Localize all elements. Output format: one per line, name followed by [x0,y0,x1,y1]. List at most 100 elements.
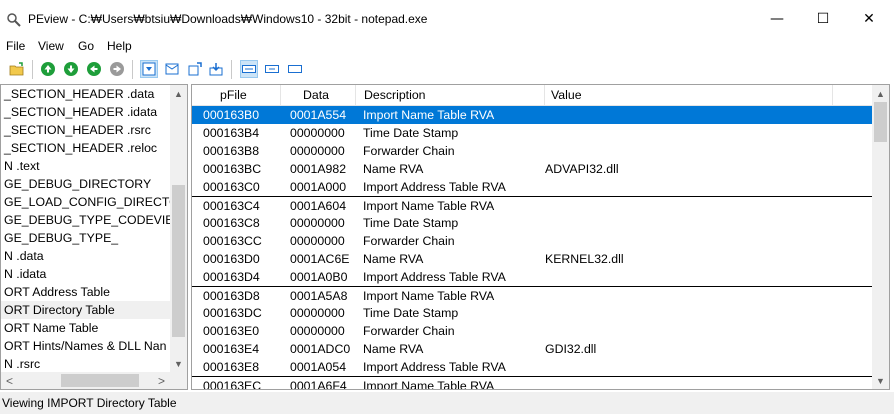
table-row[interactable]: 000163E0 00000000 Forwarder Chain [192,322,872,340]
toolbar-separator [32,60,33,79]
minimize-icon: — [770,11,784,27]
cell-value: GDI32.dll [545,342,597,356]
status-text: Viewing IMPORT Directory Table [2,396,177,410]
tree-vertical-scrollbar[interactable]: ▲ ▼ [170,85,187,372]
tree-item[interactable]: _SECTION_HEADER .rsrc [1,121,171,139]
cell-pfile: 000163B0 [203,108,260,122]
cell-description: Name RVA [363,342,424,356]
cell-pfile: 000163CC [203,234,262,248]
back-green-icon[interactable] [39,60,57,78]
table-row[interactable]: 000163E8 0001A054 Import Address Table RVA [192,358,872,376]
menu-bar: File View Go Help [0,38,894,56]
tree-item[interactable]: _SECTION_HEADER .reloc [1,139,171,157]
tree-item[interactable]: GE_DEBUG_TYPE_ [1,229,171,247]
cell-description: Name RVA [363,162,424,176]
cell-description: Time Date Stamp [363,216,459,230]
cell-description: Forwarder Chain [363,234,455,248]
cell-data: 00000000 [290,306,345,320]
cell-data: 00000000 [290,234,345,248]
table-row[interactable]: 000163D8 0001A5A8 Import Name Table RVA [192,286,872,304]
cell-data: 0001A982 [290,162,347,176]
table-row[interactable]: 000163CC 00000000 Forwarder Chain [192,232,872,250]
menu-go[interactable]: Go [78,39,94,53]
forward-green-icon[interactable] [62,60,80,78]
table-row[interactable]: 000163C8 00000000 Time Date Stamp [192,214,872,232]
column-header-value[interactable]: Value [545,85,833,105]
tree-item[interactable]: _SECTION_HEADER .idata [1,103,171,121]
table-row[interactable]: 000163D0 0001AC6E Name RVA KERNEL32.dll [192,250,872,268]
scroll-down-icon[interactable]: ▼ [170,355,187,372]
table-row[interactable]: 000163EC 0001A6F4 Import Name Table RVA [192,376,872,390]
cell-data: 0001AC6E [290,252,350,266]
tree-item[interactable]: N .data [1,247,171,265]
format-narrow-icon[interactable] [286,60,304,78]
menu-view[interactable]: View [38,39,64,53]
table-row[interactable]: 000163DC 00000000 Time Date Stamp [192,304,872,322]
table-row[interactable]: 000163B4 00000000 Time Date Stamp [192,124,872,142]
tree-item[interactable]: GE_LOAD_CONFIG_DIRECTO [1,193,171,211]
tree-item[interactable]: _SECTION_HEADER .data [1,85,171,103]
column-header-description[interactable]: Description [356,85,545,105]
menu-file[interactable]: File [6,39,25,53]
table-row[interactable]: 000163D4 0001A0B0 Import Address Table RVA [192,268,872,286]
cell-description: Import Name Table RVA [363,108,495,122]
detail-table[interactable]: pFile Data Description Value 000163B0 000… [191,84,890,390]
cell-description: Forwarder Chain [363,324,455,338]
tree-item[interactable]: N .text [1,157,171,175]
cell-pfile: 000163D0 [203,252,260,266]
scroll-right-icon[interactable]: > [153,372,170,389]
tree-horizontal-scrollbar[interactable]: < > [1,372,170,389]
table-row[interactable]: 000163BC 0001A982 Name RVA ADVAPI32.dll [192,160,872,178]
format-wide-icon[interactable] [240,60,258,78]
close-button[interactable]: ✕ [846,0,892,38]
cell-description: Import Name Table RVA [363,379,495,390]
cell-data: 00000000 [290,144,345,158]
table-row[interactable]: 000163E4 0001ADC0 Name RVA GDI32.dll [192,340,872,358]
close-icon: ✕ [863,11,875,27]
tree-item[interactable]: ORT Directory Table [1,301,171,319]
table-row[interactable]: 000163C4 0001A604 Import Name Table RVA [192,196,872,214]
peview-app-icon[interactable] [6,12,22,28]
scroll-down-icon[interactable]: ▼ [872,372,889,389]
format-medium-icon[interactable] [263,60,281,78]
view-mail-icon[interactable] [163,60,181,78]
tree-pane[interactable]: _SECTION_HEADER .data _SECTION_HEADER .id… [0,84,188,390]
disabled-gray-icon[interactable] [108,60,126,78]
column-header-data[interactable]: Data [281,85,356,105]
tree-item[interactable]: N .rsrc [1,355,171,373]
scroll-left-icon[interactable]: < [1,372,18,389]
scroll-up-icon[interactable]: ▲ [872,85,889,102]
tree-item[interactable]: ORT Hints/Names & DLL Nan [1,337,171,355]
table-row[interactable]: 000163B0 0001A554 Import Name Table RVA [192,106,872,124]
table-row[interactable]: 000163C0 0001A000 Import Address Table RVA [192,178,872,196]
cell-pfile: 000163E0 [203,324,260,338]
view-down2-icon[interactable] [207,60,225,78]
tree-item[interactable]: GE_DEBUG_TYPE_CODEVIE [1,211,171,229]
view-arrow-icon[interactable] [186,60,204,78]
toolbar-separator [132,60,133,79]
menu-help[interactable]: Help [107,39,132,53]
minimize-button[interactable]: — [754,0,800,38]
up-green-icon[interactable] [85,60,103,78]
table-row[interactable]: 000163B8 00000000 Forwarder Chain [192,142,872,160]
view-down-icon[interactable] [140,60,158,78]
cell-description: Forwarder Chain [363,144,455,158]
cell-description: Import Address Table RVA [363,180,506,194]
cell-description: Time Date Stamp [363,306,459,320]
column-header-pfile[interactable]: pFile [192,85,281,105]
table-vertical-scrollbar[interactable]: ▲ ▼ [872,85,889,389]
tree-vertical-scroll-thumb[interactable] [172,185,185,337]
title-bar[interactable]: PEview - C:₩Users₩btsiu₩Downloads₩Window… [0,0,894,38]
maximize-button[interactable]: ☐ [800,0,846,38]
tree-item[interactable]: N .idata [1,265,171,283]
toolbar-separator [231,60,232,79]
table-vertical-scroll-thumb[interactable] [874,102,887,142]
scroll-up-icon[interactable]: ▲ [170,85,187,102]
open-folder-icon[interactable] [8,60,26,78]
cell-data: 0001A054 [290,360,347,374]
tree-item[interactable]: ORT Address Table [1,283,171,301]
tree-item[interactable]: GE_DEBUG_DIRECTORY [1,175,171,193]
tree-horizontal-scroll-thumb[interactable] [61,374,139,387]
tree-item[interactable]: ORT Name Table [1,319,171,337]
maximize-icon: ☐ [816,11,830,27]
